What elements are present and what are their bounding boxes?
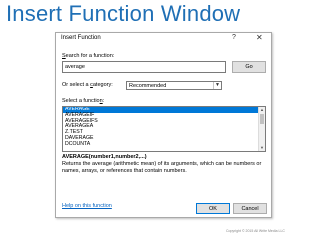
cancel-button[interactable]: Cancel [233,203,267,214]
help-icon[interactable]: ? [232,34,236,41]
insert-function-dialog: Insert Function ? ✕ Search for a functio… [55,32,272,218]
function-item-dcounta[interactable]: DCOUNTA [63,141,265,148]
search-label: Search for a function: [62,53,115,59]
function-description: Returns the average (arithmetic mean) of… [62,161,262,174]
slide-title: Insert Function Window [6,1,241,26]
go-button[interactable]: Go [232,61,266,73]
category-value: Recommended [129,83,167,89]
close-icon[interactable]: ✕ [256,33,263,42]
scroll-down-icon[interactable]: ▼ [259,145,265,151]
search-input[interactable] [62,61,226,73]
copyright-text: Copyright © 2015 All Write Media LLC [226,229,285,233]
ok-button[interactable]: OK [196,203,230,214]
function-syntax: AVERAGE(number1,number2,...) [62,154,147,160]
category-label: Or select a category: [62,82,113,88]
category-select[interactable]: Recommended ▼ [126,81,222,90]
function-list-label: Select a function: [62,98,105,104]
scroll-up-icon[interactable]: ▲ [259,107,265,113]
dialog-titlebar: Insert Function ? ✕ [56,33,271,45]
function-list-scrollbar[interactable]: ▲ ▼ [258,107,265,151]
scroll-thumb[interactable] [260,114,264,124]
chevron-down-icon[interactable]: ▼ [213,82,221,89]
function-list[interactable]: AVERAGE AVERAGEIF AVERAGEIFS AVERAGEA Z.… [62,106,266,152]
dialog-title: Insert Function [61,35,101,41]
help-on-function-link[interactable]: Help on this function [62,203,112,209]
